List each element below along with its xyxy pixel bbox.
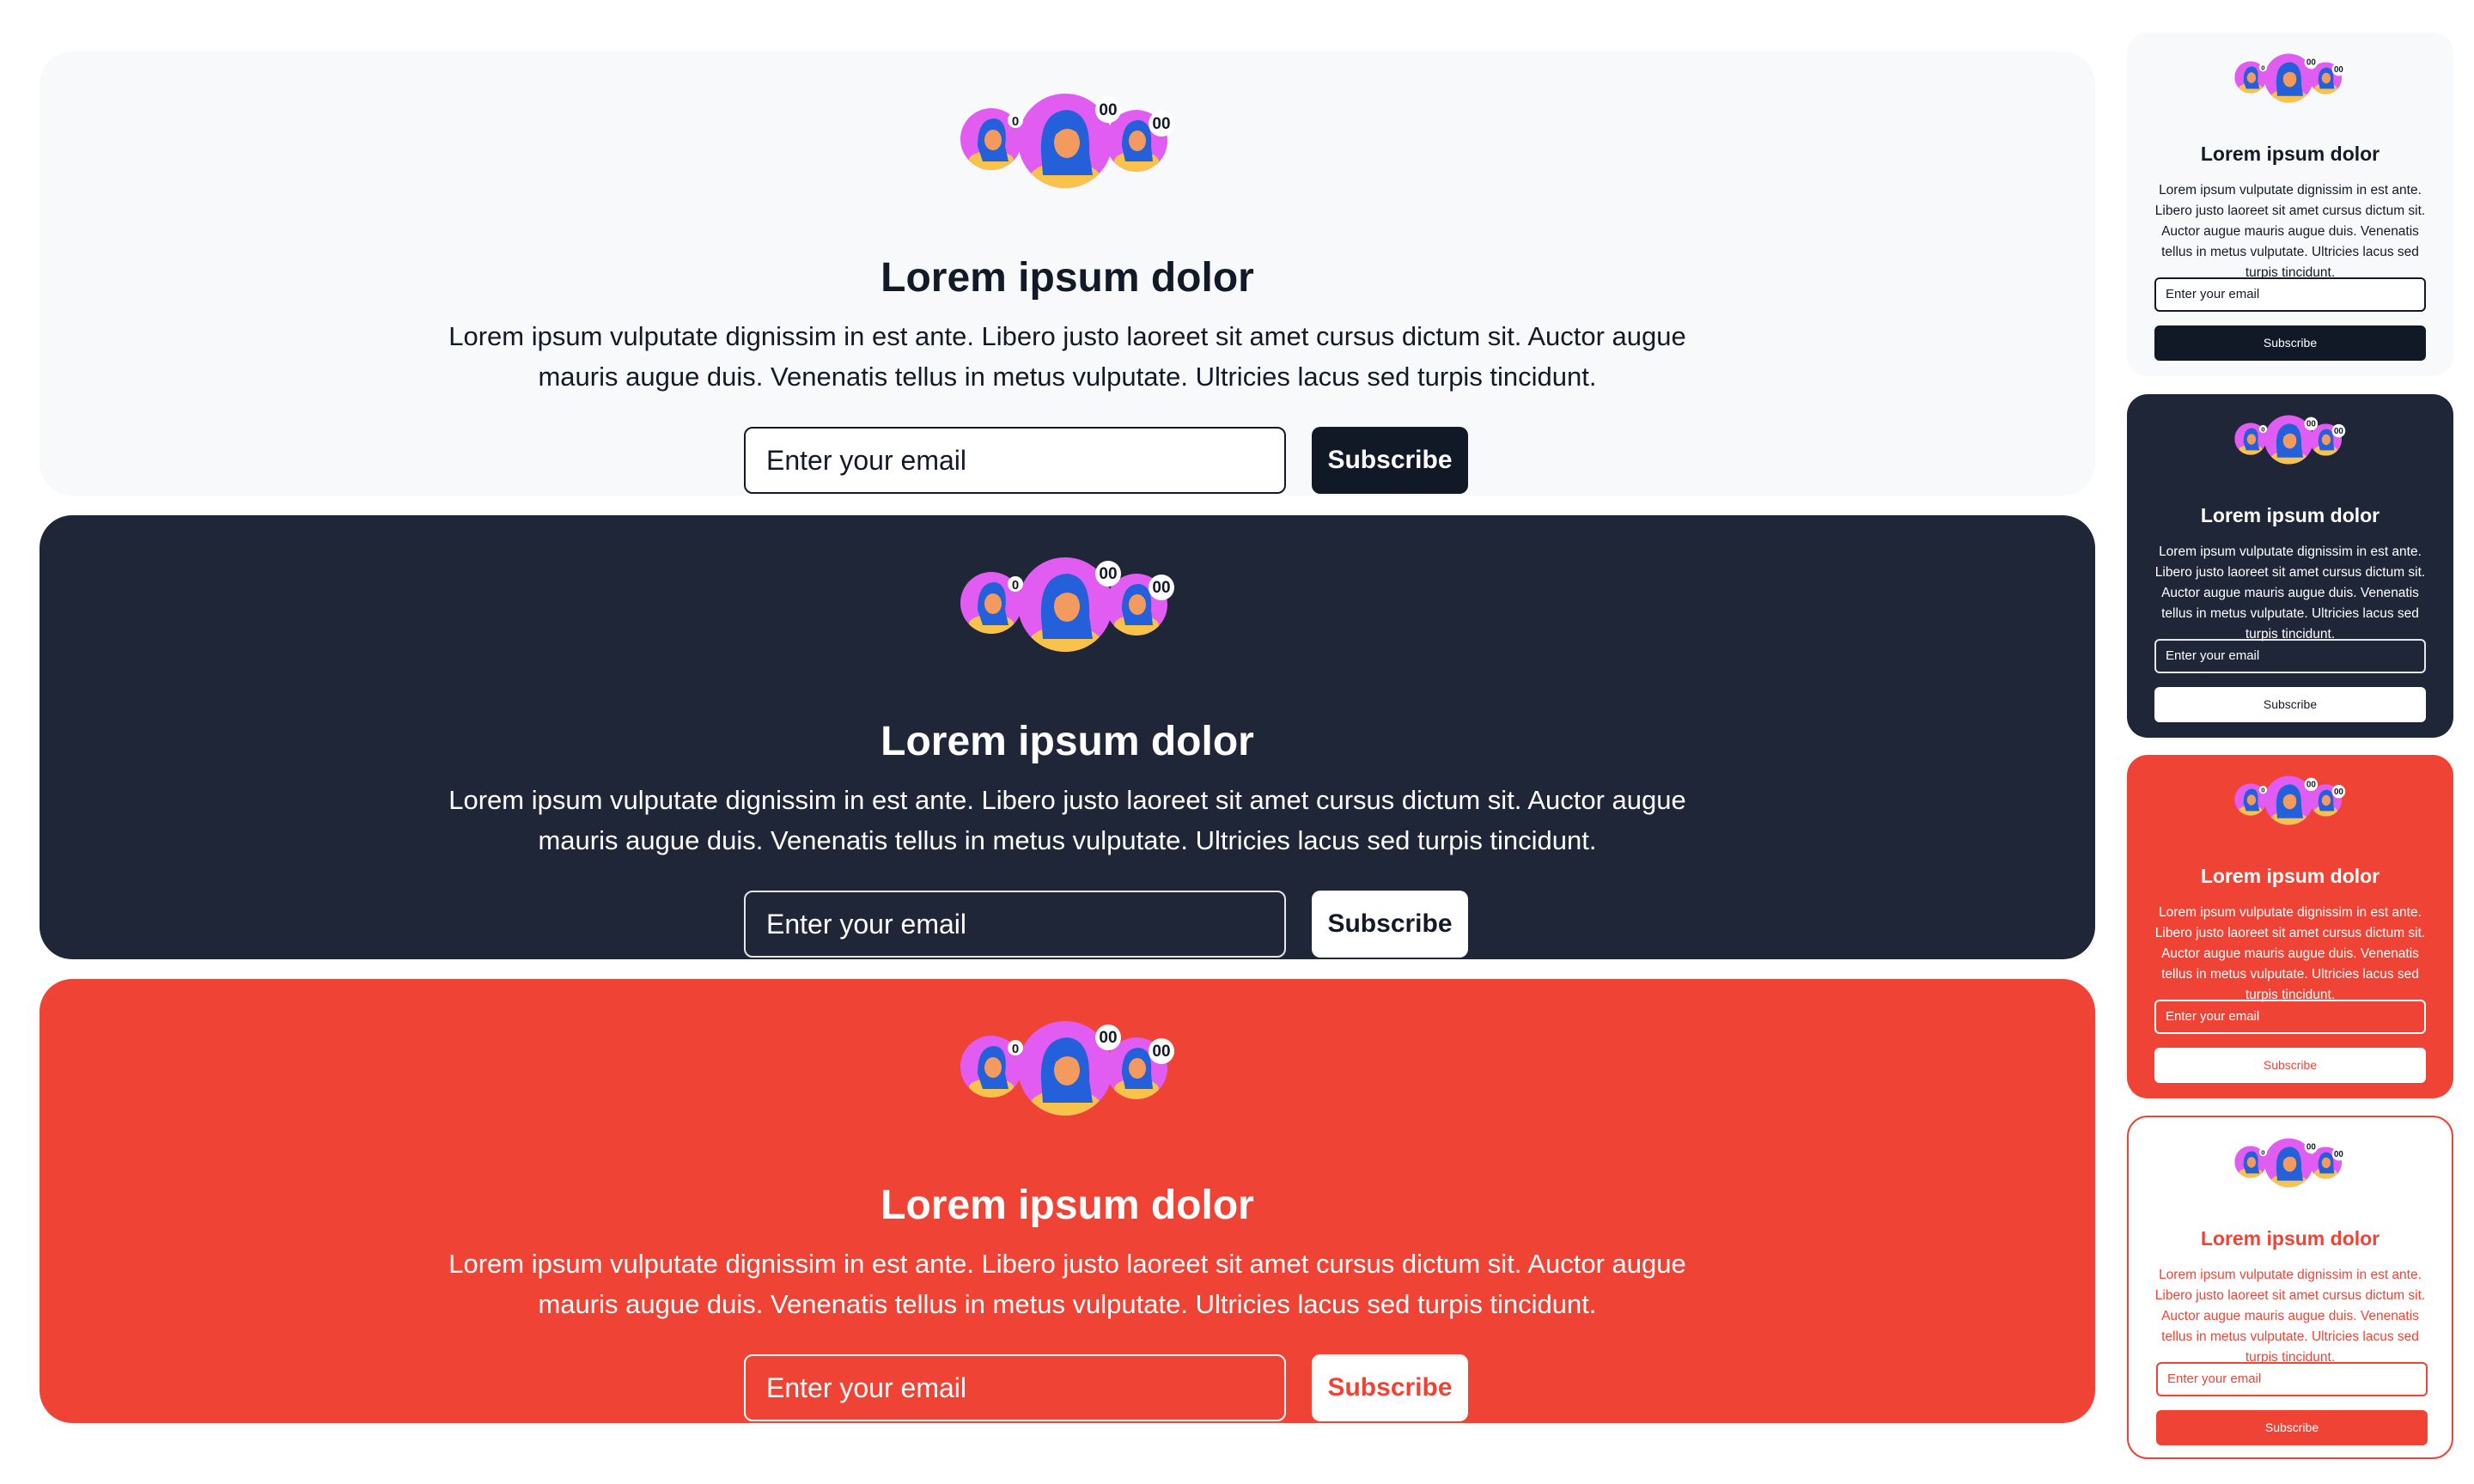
avatar-badge-text: 00: [2306, 1142, 2316, 1152]
newsletter-card-dark-narrow: 00 00 0 Lorem ipsum dolor Lorem ipsum vu…: [2127, 394, 2453, 738]
subscribe-button[interactable]: Subscribe: [2154, 687, 2426, 722]
newsletter-card-light-narrow: 00 00 0 Lorem ipsum dolor Lorem ipsum vu…: [2127, 33, 2453, 376]
avatar-group: 00 00 0: [960, 1020, 1175, 1116]
avatar-badge-text: 00: [1152, 1043, 1170, 1061]
avatar-group: 00 00 0: [960, 556, 1175, 653]
avatar-badge-text: 0: [1011, 114, 1018, 129]
avatar-badge-text: 0: [2261, 787, 2264, 794]
subscribe-button[interactable]: Subscribe: [1312, 891, 1468, 958]
card-title: Lorem ipsum dolor: [881, 255, 1254, 301]
subscribe-form: Enter your email Subscribe: [744, 1354, 1468, 1421]
card-title: Lorem ipsum dolor: [2200, 143, 2380, 165]
card-title: Lorem ipsum dolor: [2200, 1227, 2380, 1250]
card-description: Lorem ipsum vulputate dignissim in est a…: [2154, 905, 2426, 1002]
card-title: Lorem ipsum dolor: [881, 719, 1254, 764]
avatar-group: 00 00 0: [2234, 53, 2346, 103]
avatar-group: 00 00 0: [2234, 1138, 2346, 1188]
subscribe-button[interactable]: Subscribe: [2156, 1410, 2428, 1445]
card-description: Lorem ipsum vulputate dignissim in est a…: [2154, 1268, 2426, 1365]
card-title: Lorem ipsum dolor: [881, 1183, 1254, 1228]
avatar-group: 00 00 0: [960, 93, 1175, 189]
avatar-badge-text: 00: [1099, 1029, 1117, 1047]
card-description: Lorem ipsum vulputate dignissim in est a…: [448, 785, 1686, 855]
avatar-illustration: 00 00 0: [2234, 415, 2346, 465]
newsletter-card-red-wide: 00 00 0 Lorem ipsum dolor Lorem ipsum vu…: [40, 979, 2095, 1423]
avatar-badge-text: 00: [2334, 427, 2343, 436]
avatar-group: 00 00 0: [2234, 415, 2346, 465]
subscribe-button[interactable]: Subscribe: [1312, 1354, 1468, 1421]
email-input[interactable]: Enter your email: [2154, 1000, 2426, 1034]
card-description: Lorem ipsum vulputate dignissim in est a…: [448, 321, 1686, 392]
avatar-badge-text: 00: [2306, 780, 2316, 789]
card-description: Lorem ipsum vulputate dignissim in est a…: [2154, 544, 2426, 642]
card-description: Lorem ipsum vulputate dignissim in est a…: [448, 1249, 1686, 1319]
avatar-badge-text: 00: [1152, 115, 1170, 133]
avatar-illustration: 00 00 0: [960, 94, 1174, 188]
avatar-badge-text: 00: [1099, 565, 1117, 583]
newsletter-card-dark-wide: 00 00 0 Lorem ipsum dolor Lorem ipsum vu…: [40, 515, 2095, 959]
avatar-badge-text: 00: [2334, 788, 2343, 797]
newsletter-card-light-wide: 00 00 0 Lorem ipsum dolor Lorem ipsum vu…: [40, 52, 2095, 496]
subscribe-form: Enter your email Subscribe: [744, 891, 1468, 958]
avatar-badge-text: 00: [1099, 101, 1117, 119]
newsletter-card-red-narrow: 00 00 0 Lorem ipsum dolor Lorem ipsum vu…: [2127, 755, 2453, 1098]
email-input[interactable]: Enter your email: [744, 1354, 1286, 1421]
card-description: Lorem ipsum vulputate dignissim in est a…: [2154, 183, 2426, 280]
email-input[interactable]: Enter your email: [2154, 277, 2426, 312]
avatar-illustration: 00 00 0: [960, 1021, 1174, 1116]
avatar-group: 00 00 0: [2234, 775, 2346, 825]
avatar-badge-text: 00: [2334, 1150, 2343, 1159]
avatar-badge-text: 00: [2334, 65, 2343, 75]
avatar-badge-text: 00: [1152, 579, 1170, 597]
avatar-illustration: 00 00 0: [2234, 53, 2346, 103]
avatar-badge-text: 00: [2306, 419, 2316, 429]
avatar-badge-text: 0: [2261, 426, 2264, 434]
email-input[interactable]: Enter your email: [2154, 639, 2426, 673]
email-input[interactable]: Enter your email: [2156, 1362, 2428, 1396]
avatar-badge-text: 0: [1011, 578, 1018, 593]
avatar-illustration: 00 00 0: [960, 557, 1174, 652]
email-input[interactable]: Enter your email: [744, 427, 1286, 494]
newsletter-card-white-narrow: 00 00 0 Lorem ipsum dolor Lorem ipsum vu…: [2127, 1116, 2453, 1459]
avatar-illustration: 00 00 0: [2234, 775, 2346, 825]
email-input[interactable]: Enter your email: [744, 891, 1286, 958]
avatar-badge-text: 0: [2261, 64, 2264, 72]
subscribe-button[interactable]: Subscribe: [2154, 325, 2426, 361]
subscribe-button[interactable]: Subscribe: [2154, 1048, 2426, 1083]
avatar-illustration: 00 00 0: [2234, 1138, 2346, 1188]
subscribe-button[interactable]: Subscribe: [1312, 427, 1468, 494]
card-title: Lorem ipsum dolor: [2200, 504, 2380, 526]
avatar-badge-text: 0: [2261, 1149, 2264, 1157]
avatar-badge-text: 00: [2306, 58, 2316, 67]
subscribe-form: Enter your email Subscribe: [744, 427, 1468, 494]
card-title: Lorem ipsum dolor: [2200, 865, 2380, 887]
avatar-badge-text: 0: [1011, 1042, 1018, 1056]
